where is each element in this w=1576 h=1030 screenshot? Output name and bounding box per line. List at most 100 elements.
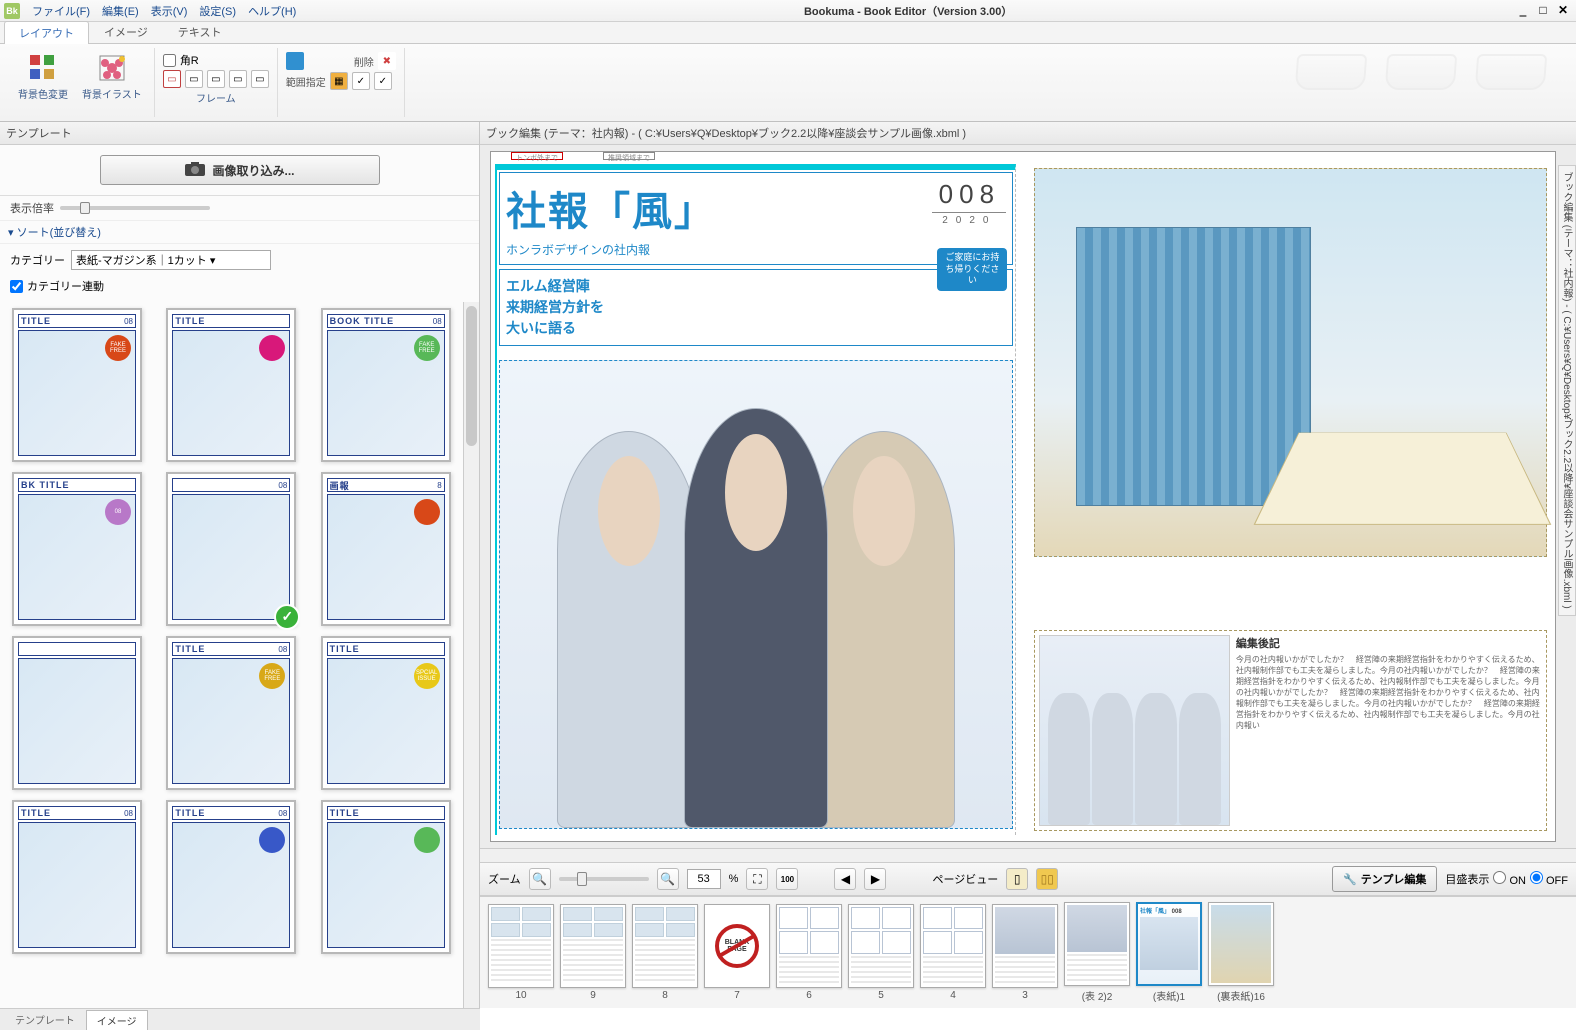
frame-style-3-icon[interactable]: ▭ — [207, 70, 225, 88]
frame-style-4-icon[interactable]: ▭ — [229, 70, 247, 88]
category-label: カテゴリー — [10, 252, 65, 268]
page-thumbnail-strip: 10 9 8BLANK PAGE7 6 5 4 3 (表 2)2 社報「風」 008(表紙)1(… — [480, 896, 1576, 1008]
frame-style-2-icon[interactable]: ▭ — [185, 70, 203, 88]
template-thumbnail[interactable] — [12, 636, 142, 790]
canvas-toolbar: ズーム 🔍 🔍 % ⛶ 100 ◀ ▶ ページビュー ▯ ▯▯ 🔧 テンプレ編集… — [480, 862, 1576, 896]
page-thumbnail[interactable]: 10 — [488, 904, 554, 1001]
ribbon-tabs: レイアウト イメージ テキスト — [0, 22, 1576, 44]
pageview-spread-button[interactable]: ▯▯ — [1036, 868, 1058, 890]
canvas-hscroll[interactable] — [480, 848, 1576, 862]
grid-on-radio[interactable]: ON — [1493, 871, 1526, 887]
sort-expander[interactable]: ソート(並び替え) — [0, 220, 479, 244]
import-images-button[interactable]: 画像取り込み... — [100, 155, 380, 185]
template-edit-button[interactable]: 🔧 テンプレ編集 — [1332, 866, 1437, 892]
menu-help[interactable]: ヘルプ(H) — [242, 1, 302, 21]
editor-note-title: 編集後記 — [1236, 635, 1542, 651]
app-icon: Bk — [4, 3, 20, 19]
page-thumbnail[interactable]: 9 — [560, 904, 626, 1001]
menu-view[interactable]: 表示(V) — [145, 1, 194, 21]
next-page-button[interactable]: ▶ — [864, 868, 886, 890]
page-thumbnail-label: 3 — [1022, 990, 1028, 1001]
page-thumbnail-label: (表 2)2 — [1082, 988, 1113, 1003]
zoom-in-button[interactable]: 🔍 — [657, 868, 679, 890]
frame-style-5-icon[interactable]: ▭ — [251, 70, 269, 88]
zoom-percent-label: % — [729, 873, 739, 885]
page-thumbnail[interactable]: 6 — [776, 904, 842, 1001]
ribbon-tab-text[interactable]: テキスト — [163, 20, 237, 43]
page-spread[interactable]: トンボ外まで 推奨領域まで 社報「風」 008 2020 ホンラボデザインの社内… — [490, 151, 1556, 842]
page-thumbnail[interactable]: 8 — [632, 904, 698, 1001]
corner-r-checkbox[interactable]: 角R — [163, 52, 269, 68]
bottom-tab-template[interactable]: テンプレート — [4, 1009, 86, 1030]
bg-illust-button[interactable]: 背景イラスト — [78, 50, 146, 103]
template-thumbnail[interactable]: TITLE08FAKE FREE — [166, 636, 296, 790]
frame-style-1-icon[interactable]: ▭ — [163, 70, 181, 88]
menu-edit[interactable]: 編集(E) — [96, 1, 145, 21]
template-thumbnail[interactable]: BK TITLE08 — [12, 472, 142, 626]
zoom-out-button[interactable]: 🔍 — [529, 868, 551, 890]
page-thumbnail[interactable]: (表 2)2 — [1064, 902, 1130, 1003]
palette-icon — [27, 52, 59, 84]
template-scrollbar[interactable] — [463, 302, 479, 1008]
zoom-slider[interactable] — [559, 877, 649, 881]
page-thumbnail[interactable]: 3 — [992, 904, 1058, 1001]
architecture-photo[interactable] — [1034, 168, 1547, 557]
template-thumbnail[interactable]: TITLE — [321, 800, 451, 954]
template-thumbnail[interactable]: 画報8 — [321, 472, 451, 626]
template-zoom-slider[interactable] — [60, 206, 210, 210]
prev-page-button[interactable]: ◀ — [834, 868, 856, 890]
canvas-area[interactable]: トンボ外まで 推奨領域まで 社報「風」 008 2020 ホンラボデザインの社内… — [480, 145, 1576, 848]
category-select[interactable]: 表紙-マガジン系｜1カット ▾ — [71, 250, 271, 270]
template-thumbnail[interactable]: TITLESPCIAL ISSUE — [321, 636, 451, 790]
maximize-button[interactable]: □ — [1534, 3, 1552, 19]
template-thumbnail[interactable]: TITLE08 — [12, 800, 142, 954]
page-thumbnail[interactable]: (裏表紙)16 — [1208, 902, 1274, 1003]
template-thumbnail[interactable]: 08 — [166, 472, 296, 626]
template-thumbnail[interactable]: TITLE08FAKE FREE — [12, 308, 142, 462]
template-thumbnail[interactable]: TITLE08 — [166, 800, 296, 954]
template-panel: テンプレート 画像取り込み... 表示倍率 ソート(並び替え) カテゴリー 表紙… — [0, 122, 480, 1008]
flower-icon — [96, 52, 128, 84]
template-thumbnail[interactable]: BOOK TITLE08FAKE FREE — [321, 308, 451, 462]
page-thumbnail[interactable]: 5 — [848, 904, 914, 1001]
page-thumbnail[interactable]: BLANK PAGE7 — [704, 904, 770, 1001]
page-thumbnail-label: 6 — [806, 990, 812, 1001]
page-thumbnail[interactable]: 社報「風」 008(表紙)1 — [1136, 902, 1202, 1003]
cover-year: 2020 — [932, 213, 1006, 226]
zoom-100-button[interactable]: 100 — [776, 868, 798, 890]
menu-settings[interactable]: 設定(S) — [193, 1, 242, 21]
zoom-value-input[interactable] — [687, 869, 721, 889]
range-opt-1-icon[interactable]: ▦ — [330, 72, 348, 90]
page-thumbnail-label: 9 — [590, 990, 596, 1001]
bg-color-button[interactable]: 背景色変更 — [14, 50, 72, 103]
delete-icon[interactable]: ✖ — [378, 52, 396, 70]
menu-file[interactable]: ファイル(F) — [26, 1, 96, 21]
page-thumbnail-label: 4 — [950, 990, 956, 1001]
cover-title: 社報「風」 — [506, 179, 716, 237]
cover-main-photo[interactable] — [499, 360, 1013, 829]
pageview-single-button[interactable]: ▯ — [1006, 868, 1028, 890]
range-opt-2-icon[interactable]: ✓ — [352, 72, 370, 90]
editor-note-photo[interactable] — [1039, 635, 1230, 826]
page-thumbnail[interactable]: 4 — [920, 904, 986, 1001]
pageview-label: ページビュー — [932, 871, 998, 887]
zoom-fit-button[interactable]: ⛶ — [746, 868, 768, 890]
template-zoom-label: 表示倍率 — [10, 200, 54, 216]
canvas-side-tab[interactable]: ブック編集 (テーマ：社内報) - ( C:¥Users¥Q¥Desktop¥ブ… — [1558, 165, 1576, 616]
minimize-button[interactable]: ‗ — [1514, 3, 1532, 19]
editor-note-box[interactable]: 編集後記 今月の社内報いかがでしたか？ 経営陣の来期経営指針をわかりやすく伝える… — [1034, 630, 1547, 831]
bottom-tab-image[interactable]: イメージ — [86, 1010, 148, 1030]
cover-badge: ご家庭にお持ち帰りください — [937, 248, 1007, 291]
ribbon-tab-image[interactable]: イメージ — [89, 20, 163, 43]
range-opt-3-icon[interactable]: ✓ — [374, 72, 392, 90]
grid-off-radio[interactable]: OFF — [1530, 871, 1568, 887]
category-link-checkbox[interactable] — [10, 280, 23, 293]
ribbon-tab-layout[interactable]: レイアウト — [4, 21, 89, 44]
back-cover-page[interactable]: 編集後記 今月の社内報いかがでしたか？ 経営陣の来期経営指針をわかりやすく伝える… — [1030, 164, 1551, 835]
page-thumbnail-label: 5 — [878, 990, 884, 1001]
close-button[interactable]: ✕ — [1554, 3, 1572, 19]
cover-page[interactable]: 社報「風」 008 2020 ホンラボデザインの社内報 ご家庭にお持ち帰りくださ… — [495, 164, 1016, 835]
template-thumbnail[interactable]: TITLE — [166, 308, 296, 462]
range-marker-icon[interactable] — [286, 52, 304, 70]
cover-subtitle: ホンラボデザインの社内報 — [506, 241, 1006, 258]
